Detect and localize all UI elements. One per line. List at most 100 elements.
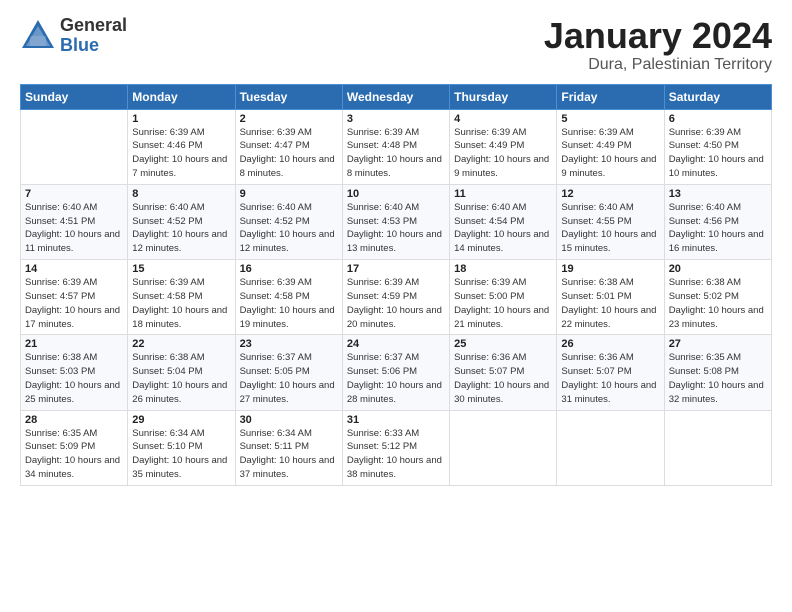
calendar-cell: 21 Sunrise: 6:38 AMSunset: 5:03 PMDaylig…	[21, 335, 128, 410]
header: General Blue January 2024 Dura, Palestin…	[20, 16, 772, 74]
day-info: Sunrise: 6:39 AMSunset: 4:49 PMDaylight:…	[561, 127, 656, 179]
day-number: 31	[347, 414, 445, 426]
day-info: Sunrise: 6:40 AMSunset: 4:54 PMDaylight:…	[454, 202, 549, 254]
calendar-cell: 4 Sunrise: 6:39 AMSunset: 4:49 PMDayligh…	[450, 109, 557, 184]
calendar-cell: 15 Sunrise: 6:39 AMSunset: 4:58 PMDaylig…	[128, 260, 235, 335]
calendar-cell: 23 Sunrise: 6:37 AMSunset: 5:05 PMDaylig…	[235, 335, 342, 410]
calendar-header-sunday: Sunday	[21, 84, 128, 109]
calendar-week-4: 21 Sunrise: 6:38 AMSunset: 5:03 PMDaylig…	[21, 335, 772, 410]
day-number: 9	[240, 188, 338, 200]
day-number: 23	[240, 338, 338, 350]
day-info: Sunrise: 6:40 AMSunset: 4:51 PMDaylight:…	[25, 202, 120, 254]
day-number: 21	[25, 338, 123, 350]
calendar-cell: 10 Sunrise: 6:40 AMSunset: 4:53 PMDaylig…	[342, 184, 449, 259]
calendar-header-tuesday: Tuesday	[235, 84, 342, 109]
day-info: Sunrise: 6:37 AMSunset: 5:05 PMDaylight:…	[240, 352, 335, 404]
calendar-cell: 19 Sunrise: 6:38 AMSunset: 5:01 PMDaylig…	[557, 260, 664, 335]
month-title: January 2024	[544, 16, 772, 56]
day-number: 11	[454, 188, 552, 200]
calendar-cell: 14 Sunrise: 6:39 AMSunset: 4:57 PMDaylig…	[21, 260, 128, 335]
day-info: Sunrise: 6:36 AMSunset: 5:07 PMDaylight:…	[454, 352, 549, 404]
calendar-cell: 22 Sunrise: 6:38 AMSunset: 5:04 PMDaylig…	[128, 335, 235, 410]
logo-blue: Blue	[60, 36, 127, 56]
location: Dura, Palestinian Territory	[544, 56, 772, 74]
day-number: 24	[347, 338, 445, 350]
calendar-cell: 31 Sunrise: 6:33 AMSunset: 5:12 PMDaylig…	[342, 410, 449, 485]
day-info: Sunrise: 6:35 AMSunset: 5:08 PMDaylight:…	[669, 352, 764, 404]
day-info: Sunrise: 6:34 AMSunset: 5:11 PMDaylight:…	[240, 428, 335, 480]
calendar-cell: 2 Sunrise: 6:39 AMSunset: 4:47 PMDayligh…	[235, 109, 342, 184]
day-info: Sunrise: 6:39 AMSunset: 4:58 PMDaylight:…	[132, 277, 227, 329]
day-number: 30	[240, 414, 338, 426]
day-number: 10	[347, 188, 445, 200]
day-number: 15	[132, 263, 230, 275]
page: General Blue January 2024 Dura, Palestin…	[0, 0, 792, 612]
day-number: 13	[669, 188, 767, 200]
calendar-cell: 13 Sunrise: 6:40 AMSunset: 4:56 PMDaylig…	[664, 184, 771, 259]
day-info: Sunrise: 6:39 AMSunset: 4:48 PMDaylight:…	[347, 127, 442, 179]
day-info: Sunrise: 6:40 AMSunset: 4:56 PMDaylight:…	[669, 202, 764, 254]
day-info: Sunrise: 6:39 AMSunset: 4:58 PMDaylight:…	[240, 277, 335, 329]
calendar-cell: 26 Sunrise: 6:36 AMSunset: 5:07 PMDaylig…	[557, 335, 664, 410]
day-info: Sunrise: 6:40 AMSunset: 4:52 PMDaylight:…	[240, 202, 335, 254]
day-info: Sunrise: 6:33 AMSunset: 5:12 PMDaylight:…	[347, 428, 442, 480]
day-number: 6	[669, 113, 767, 125]
day-number: 19	[561, 263, 659, 275]
day-number: 27	[669, 338, 767, 350]
calendar-week-3: 14 Sunrise: 6:39 AMSunset: 4:57 PMDaylig…	[21, 260, 772, 335]
logo-text: General Blue	[60, 16, 127, 56]
logo-icon	[20, 18, 56, 54]
day-info: Sunrise: 6:39 AMSunset: 4:47 PMDaylight:…	[240, 127, 335, 179]
day-info: Sunrise: 6:37 AMSunset: 5:06 PMDaylight:…	[347, 352, 442, 404]
calendar-cell: 17 Sunrise: 6:39 AMSunset: 4:59 PMDaylig…	[342, 260, 449, 335]
day-info: Sunrise: 6:38 AMSunset: 5:02 PMDaylight:…	[669, 277, 764, 329]
day-info: Sunrise: 6:35 AMSunset: 5:09 PMDaylight:…	[25, 428, 120, 480]
day-number: 7	[25, 188, 123, 200]
logo: General Blue	[20, 16, 127, 56]
day-info: Sunrise: 6:39 AMSunset: 4:50 PMDaylight:…	[669, 127, 764, 179]
day-number: 25	[454, 338, 552, 350]
calendar-header-monday: Monday	[128, 84, 235, 109]
calendar-cell: 25 Sunrise: 6:36 AMSunset: 5:07 PMDaylig…	[450, 335, 557, 410]
day-info: Sunrise: 6:38 AMSunset: 5:03 PMDaylight:…	[25, 352, 120, 404]
calendar-cell: 3 Sunrise: 6:39 AMSunset: 4:48 PMDayligh…	[342, 109, 449, 184]
day-number: 17	[347, 263, 445, 275]
day-number: 4	[454, 113, 552, 125]
day-info: Sunrise: 6:39 AMSunset: 4:49 PMDaylight:…	[454, 127, 549, 179]
day-info: Sunrise: 6:39 AMSunset: 4:59 PMDaylight:…	[347, 277, 442, 329]
day-number: 18	[454, 263, 552, 275]
calendar-header-row: SundayMondayTuesdayWednesdayThursdayFrid…	[21, 84, 772, 109]
day-number: 14	[25, 263, 123, 275]
day-number: 8	[132, 188, 230, 200]
day-info: Sunrise: 6:40 AMSunset: 4:53 PMDaylight:…	[347, 202, 442, 254]
day-number: 12	[561, 188, 659, 200]
title-block: January 2024 Dura, Palestinian Territory	[544, 16, 772, 74]
calendar-cell: 28 Sunrise: 6:35 AMSunset: 5:09 PMDaylig…	[21, 410, 128, 485]
day-number: 2	[240, 113, 338, 125]
calendar-cell: 5 Sunrise: 6:39 AMSunset: 4:49 PMDayligh…	[557, 109, 664, 184]
day-info: Sunrise: 6:39 AMSunset: 5:00 PMDaylight:…	[454, 277, 549, 329]
day-info: Sunrise: 6:34 AMSunset: 5:10 PMDaylight:…	[132, 428, 227, 480]
day-number: 28	[25, 414, 123, 426]
calendar-cell: 9 Sunrise: 6:40 AMSunset: 4:52 PMDayligh…	[235, 184, 342, 259]
calendar-cell: 12 Sunrise: 6:40 AMSunset: 4:55 PMDaylig…	[557, 184, 664, 259]
day-number: 5	[561, 113, 659, 125]
logo-general: General	[60, 16, 127, 36]
day-info: Sunrise: 6:39 AMSunset: 4:46 PMDaylight:…	[132, 127, 227, 179]
day-number: 1	[132, 113, 230, 125]
calendar-cell: 16 Sunrise: 6:39 AMSunset: 4:58 PMDaylig…	[235, 260, 342, 335]
day-number: 3	[347, 113, 445, 125]
calendar-cell: 27 Sunrise: 6:35 AMSunset: 5:08 PMDaylig…	[664, 335, 771, 410]
calendar-cell: 6 Sunrise: 6:39 AMSunset: 4:50 PMDayligh…	[664, 109, 771, 184]
calendar-cell	[664, 410, 771, 485]
calendar-week-2: 7 Sunrise: 6:40 AMSunset: 4:51 PMDayligh…	[21, 184, 772, 259]
calendar-cell: 11 Sunrise: 6:40 AMSunset: 4:54 PMDaylig…	[450, 184, 557, 259]
calendar-cell: 30 Sunrise: 6:34 AMSunset: 5:11 PMDaylig…	[235, 410, 342, 485]
day-number: 29	[132, 414, 230, 426]
calendar-cell	[557, 410, 664, 485]
calendar-header-friday: Friday	[557, 84, 664, 109]
day-info: Sunrise: 6:40 AMSunset: 4:52 PMDaylight:…	[132, 202, 227, 254]
calendar-cell: 1 Sunrise: 6:39 AMSunset: 4:46 PMDayligh…	[128, 109, 235, 184]
calendar-cell: 20 Sunrise: 6:38 AMSunset: 5:02 PMDaylig…	[664, 260, 771, 335]
calendar-cell: 24 Sunrise: 6:37 AMSunset: 5:06 PMDaylig…	[342, 335, 449, 410]
